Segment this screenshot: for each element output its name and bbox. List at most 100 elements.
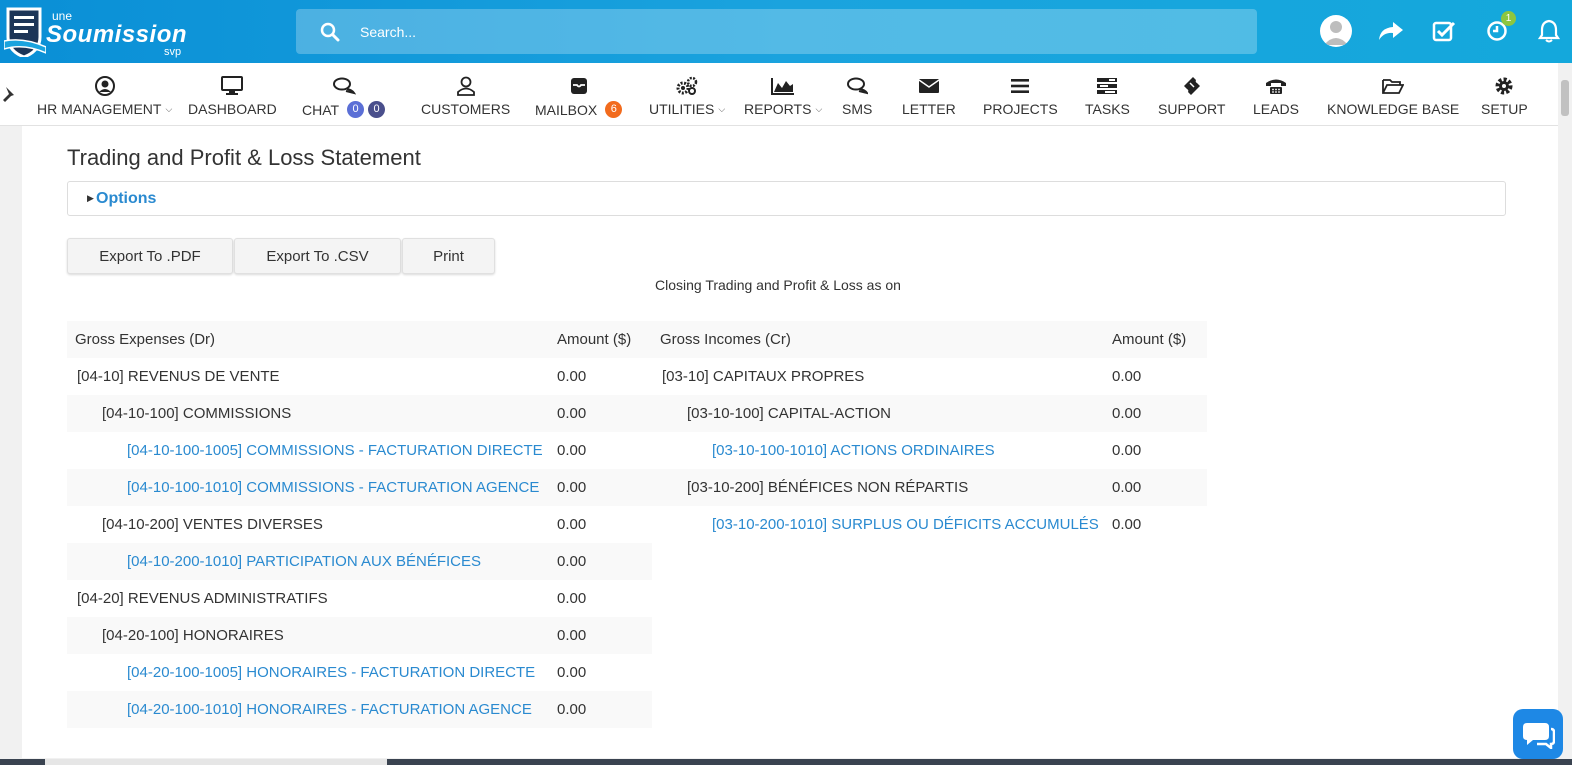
account-name: [03-10-100] CAPITAL-ACTION xyxy=(652,395,1112,432)
share-arrow-icon xyxy=(1379,22,1403,40)
logo-text-svp: svp xyxy=(164,46,182,58)
table-header-row: Gross Incomes (Cr) Amount ($) xyxy=(652,321,1207,358)
table-row: [04-10-200] VENTES DIVERSES 0.00 xyxy=(67,506,652,543)
options-toggle[interactable]: Options xyxy=(96,190,156,208)
table-row: [03-10-200-1010] SURPLUS OU DÉFICITS ACC… xyxy=(652,506,1207,543)
top-header: une Soumission svp 1 xyxy=(0,0,1572,63)
nav-dashboard[interactable]: DASHBOARD xyxy=(188,63,277,126)
main-nav: HR MANAGEMENT ⌵ DASHBOARD CHAT 0 0 CUSTOM… xyxy=(0,63,1572,126)
user-outline-icon xyxy=(456,76,475,96)
table-row: [04-20-100-1005] HONORAIRES - FACTURATIO… xyxy=(67,654,652,691)
chevron-down-icon: ⌵ xyxy=(165,103,173,114)
nav-customers[interactable]: CUSTOMERS xyxy=(421,63,510,126)
account-amount: 0.00 xyxy=(557,368,587,385)
nav-chat[interactable]: CHAT 0 0 xyxy=(302,63,386,126)
nav-label: SUPPORT xyxy=(1158,101,1226,117)
table-row: [04-20-100-1010] HONORAIRES - FACTURATIO… xyxy=(67,691,652,728)
account-link[interactable]: [04-20-100-1010] HONORAIRES - FACTURATIO… xyxy=(67,691,557,728)
nav-label: TASKS xyxy=(1085,101,1130,117)
incomes-table: Gross Incomes (Cr) Amount ($) [03-10] CA… xyxy=(652,321,1207,543)
scrollbar[interactable] xyxy=(1558,63,1572,765)
column-header: Gross Expenses (Dr) xyxy=(67,321,557,358)
account-name: [04-20] REVENUS ADMINISTRATIFS xyxy=(77,590,328,607)
nav-projects[interactable]: PROJECTS xyxy=(983,63,1058,126)
search-bar xyxy=(296,9,1257,54)
account-amount: 0.00 xyxy=(557,543,652,580)
reminders-button[interactable]: 1 xyxy=(1480,11,1516,48)
account-name: [03-10] CAPITAUX PROPRES xyxy=(662,368,865,385)
tasks-check-button[interactable] xyxy=(1427,14,1461,48)
options-collapsible[interactable]: ▶ Options xyxy=(67,181,1506,216)
account-link[interactable]: [03-10-100-1010] ACTIONS ORDINAIRES xyxy=(652,432,1112,469)
nav-label: CUSTOMERS xyxy=(421,101,511,117)
nav-sms[interactable]: SMS xyxy=(842,63,872,126)
table-row: [03-10-100] CAPITAL-ACTION 0.00 xyxy=(652,395,1207,432)
share-button[interactable] xyxy=(1374,14,1408,48)
nav-letter[interactable]: LETTER xyxy=(902,63,956,126)
export-csv-button[interactable]: Export To .CSV xyxy=(234,238,401,274)
account-name: [03-10-200] BÉNÉFICES NON RÉPARTIS xyxy=(652,469,1112,506)
taskbar-segment xyxy=(45,759,387,765)
phone-icon xyxy=(1265,79,1286,94)
nav-leads[interactable]: LEADS xyxy=(1253,63,1299,126)
chat-group-badge: 0 xyxy=(368,101,386,118)
checkbox-icon xyxy=(1432,21,1456,42)
account-link[interactable]: [04-10-200-1010] PARTICIPATION AUX BÉNÉF… xyxy=(67,543,557,580)
table-row: [04-10-100-1010] COMMISSIONS - FACTURATI… xyxy=(67,469,652,506)
account-amount: 0.00 xyxy=(557,664,587,681)
tasks-icon xyxy=(1097,78,1118,94)
account-amount: 0.00 xyxy=(557,395,652,432)
column-header: Amount ($) xyxy=(1112,321,1207,358)
live-chat-button[interactable] xyxy=(1513,709,1563,759)
account-name: [04-10-100] COMMISSIONS xyxy=(67,395,557,432)
table-row: [03-10] CAPITAUX PROPRES 0.00 xyxy=(652,358,1207,395)
print-button[interactable]: Print xyxy=(402,238,495,274)
page-title: Trading and Profit & Loss Statement xyxy=(67,145,421,170)
search-icon[interactable] xyxy=(320,22,340,42)
cogs-icon xyxy=(676,76,698,95)
sms-bubbles-icon xyxy=(847,77,869,95)
user-avatar[interactable] xyxy=(1319,14,1353,48)
account-amount: 0.00 xyxy=(1112,395,1207,432)
brand-logo[interactable]: une Soumission svp xyxy=(4,5,204,59)
account-link[interactable]: [04-10-100-1010] COMMISSIONS - FACTURATI… xyxy=(67,469,557,506)
logo-shield-icon xyxy=(4,7,46,57)
account-link[interactable]: [03-10-200-1010] SURPLUS OU DÉFICITS ACC… xyxy=(652,506,1112,543)
account-name: [04-20-100] HONORAIRES xyxy=(67,617,557,654)
table-row: [04-10-200-1010] PARTICIPATION AUX BÉNÉF… xyxy=(67,543,652,580)
nav-tasks[interactable]: TASKS xyxy=(1085,63,1130,126)
notifications-button[interactable] xyxy=(1532,14,1566,48)
taskbar-strip xyxy=(0,759,1572,765)
account-amount: 0.00 xyxy=(1112,469,1207,506)
logo-text-brand: Soumission xyxy=(46,21,188,48)
nav-label: DASHBOARD xyxy=(188,101,277,117)
account-amount: 0.00 xyxy=(557,617,652,654)
column-header: Gross Incomes (Cr) xyxy=(652,321,1112,358)
ticket-icon xyxy=(1183,77,1200,95)
table-row: [04-20] REVENUS ADMINISTRATIFS 0.00 xyxy=(67,580,652,617)
search-input[interactable] xyxy=(360,9,1240,54)
account-amount: 0.00 xyxy=(1112,442,1142,459)
nav-hr-management[interactable]: HR MANAGEMENT ⌵ xyxy=(37,63,172,126)
nav-knowledge-base[interactable]: KNOWLEDGE BASE xyxy=(1327,63,1459,126)
area-chart-icon xyxy=(771,78,795,95)
mailbox-unread-badge: 6 xyxy=(605,101,623,118)
export-pdf-button[interactable]: Export To .PDF xyxy=(67,238,233,274)
folder-open-icon xyxy=(1382,79,1405,94)
notification-count-badge: 1 xyxy=(1501,11,1516,26)
table-header-row: Gross Expenses (Dr) Amount ($) xyxy=(67,321,652,358)
bell-icon xyxy=(1538,19,1560,43)
scrollbar-thumb[interactable] xyxy=(1561,80,1569,116)
nav-support[interactable]: SUPPORT xyxy=(1158,63,1225,126)
closing-caption: Closing Trading and Profit & Loss as on xyxy=(655,277,901,293)
pin-icon[interactable] xyxy=(0,85,18,103)
nav-reports[interactable]: REPORTS ⌵ xyxy=(744,63,822,126)
account-amount: 0.00 xyxy=(1112,516,1142,533)
account-link[interactable]: [04-10-100-1005] COMMISSIONS - FACTURATI… xyxy=(67,432,557,469)
table-row: [03-10-200] BÉNÉFICES NON RÉPARTIS 0.00 xyxy=(652,469,1207,506)
account-link[interactable]: [04-20-100-1005] HONORAIRES - FACTURATIO… xyxy=(67,654,557,691)
nav-label: HR MANAGEMENT xyxy=(37,101,162,117)
nav-setup[interactable]: SETUP xyxy=(1481,63,1528,126)
nav-utilities[interactable]: UTILITIES ⌵ xyxy=(649,63,725,126)
nav-mailbox[interactable]: MAILBOX 6 xyxy=(535,63,623,126)
